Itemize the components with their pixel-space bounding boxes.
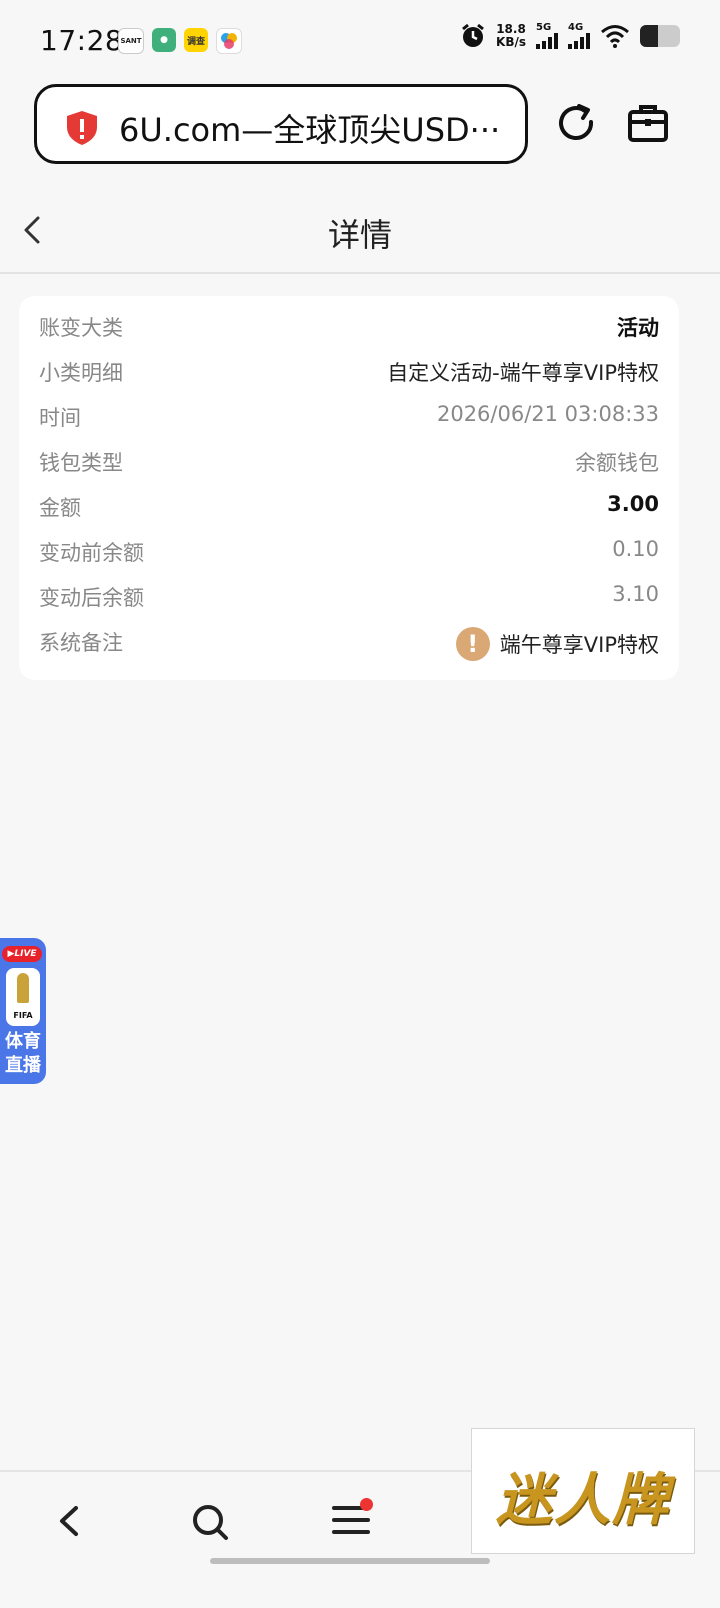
detail-row-time: 时间 2026/06/21 03:08:33 — [39, 402, 659, 438]
detail-row-subcategory: 小类明细 自定义活动-端午尊享VIP特权 — [39, 357, 659, 393]
live-badge: ▶LIVE — [2, 946, 42, 962]
detail-row-balance-before: 变动前余额 0.10 — [39, 537, 659, 573]
detail-row-system-remark: 系统备注 ! 端午尊享VIP特权 — [39, 627, 659, 663]
detail-value: 0.10 — [612, 537, 659, 561]
notification-app-icons: SANT ● 调查 — [118, 28, 242, 54]
detail-label: 钱包类型 — [39, 451, 123, 475]
detail-value: 3.10 — [612, 582, 659, 606]
detail-label: 金额 — [39, 496, 81, 520]
status-bar: 17:28 SANT ● 调查 18.8 KB/s 5G 4G — [0, 0, 720, 82]
battery-icon — [640, 24, 680, 47]
advertisement-banner[interactable]: 迷人牌 — [471, 1428, 695, 1554]
trophy-icon: FIFA — [6, 968, 40, 1026]
detail-label: 时间 — [39, 406, 81, 430]
signal-4g: 4G — [568, 22, 590, 49]
detail-label: 小类明细 — [39, 361, 123, 385]
nav-back-icon[interactable] — [54, 1504, 84, 1538]
sant-app-icon: SANT — [118, 28, 144, 54]
warning-icon: ! — [455, 627, 490, 661]
address-text[interactable]: 6U.com—全球顶尖USD··· — [119, 105, 499, 151]
detail-value: 端午尊享VIP特权 — [499, 633, 659, 657]
detail-label: 变动前余额 — [39, 541, 144, 565]
live-sports-widget[interactable]: ▶LIVE FIFA 体育 直播 — [0, 938, 46, 1084]
transaction-detail-card: 账变大类 活动 小类明细 自定义活动-端午尊享VIP特权 时间 2026/06/… — [19, 296, 679, 680]
home-indicator[interactable] — [210, 1558, 490, 1564]
colorful-app-icon — [216, 28, 242, 54]
toolbox-icon[interactable] — [626, 102, 670, 146]
page-header: 详情 — [0, 186, 720, 274]
wifi-icon — [601, 24, 629, 48]
network-speed: 18.8 KB/s — [496, 21, 526, 49]
detail-value: 自定义活动-端午尊享VIP特权 — [387, 361, 659, 385]
detail-row-wallet-type: 钱包类型 余额钱包 — [39, 447, 659, 483]
battery-fill — [640, 24, 658, 47]
address-bar[interactable]: 6U.com—全球顶尖USD··· — [34, 84, 528, 164]
search-icon[interactable] — [190, 1502, 230, 1542]
survey-app-icon: 调查 — [184, 28, 208, 52]
status-time: 17:28 — [40, 24, 124, 57]
detail-row-amount: 金额 3.00 — [39, 492, 659, 528]
signal-5g: 5G — [536, 22, 558, 49]
detail-value: 2026/06/21 03:08:33 — [436, 402, 659, 426]
notification-dot — [360, 1498, 373, 1511]
remark-value: ! 端午尊享VIP特权 — [455, 627, 659, 661]
signal-bars-icon — [536, 33, 558, 49]
alarm-icon — [462, 23, 484, 47]
page-title: 详情 — [327, 216, 392, 254]
detail-label: 账变大类 — [39, 316, 123, 340]
ad-logo-text: 迷人牌 — [496, 1467, 670, 1533]
detail-value: 活动 — [617, 316, 659, 340]
status-indicators: 18.8 KB/s 5G 4G — [460, 22, 680, 49]
detail-value: 余额钱包 — [575, 451, 659, 475]
detail-label: 变动后余额 — [39, 586, 144, 610]
security-shield-icon[interactable] — [65, 110, 99, 146]
detail-row-category: 账变大类 活动 — [39, 312, 659, 348]
live-widget-label: 体育 直播 — [5, 1031, 41, 1076]
detail-label: 系统备注 — [39, 631, 123, 655]
reload-icon[interactable] — [553, 100, 601, 148]
green-app-icon: ● — [152, 28, 176, 52]
detail-row-balance-after: 变动后余额 3.10 — [39, 582, 659, 618]
signal-bars-icon — [568, 33, 590, 49]
detail-value: 3.00 — [607, 492, 659, 516]
